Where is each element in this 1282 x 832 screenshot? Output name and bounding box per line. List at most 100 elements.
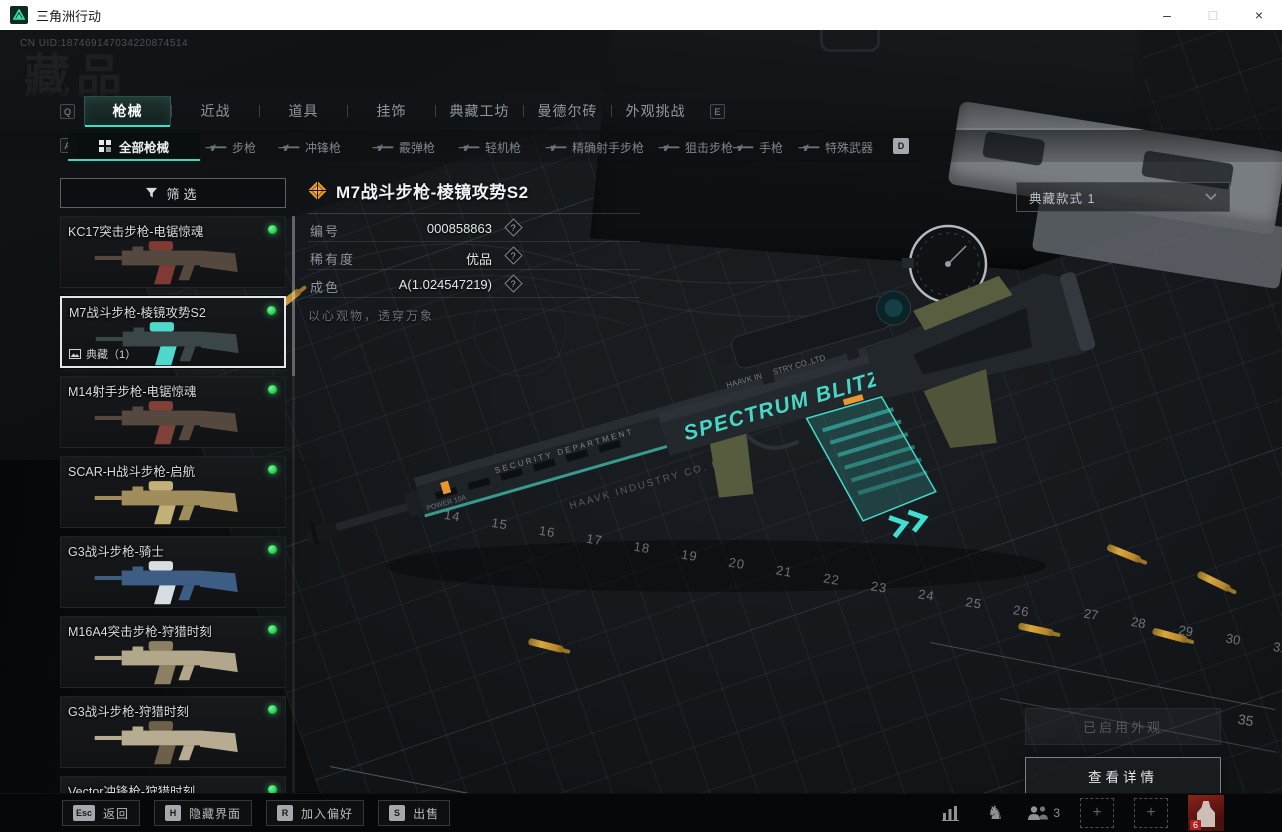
main-tabs: 枪械 近战 道具 挂饰 典藏工坊 曼德尔砖 外观挑战 — [84, 96, 699, 127]
sell-button[interactable]: S 出售 — [378, 800, 451, 826]
row-label: 稀有度 — [310, 252, 356, 267]
game-viewport: SECURITY DEPARTMENT POWER 10A SPECTRUM B… — [0, 30, 1282, 832]
add-favorite-button[interactable]: R 加入偏好 — [266, 800, 365, 826]
rifle-icon — [205, 143, 227, 151]
stats-icon[interactable] — [939, 802, 963, 824]
tab-mandel-brick[interactable]: 曼德尔砖 — [524, 96, 611, 126]
subtab-rifles[interactable]: 步枪 — [205, 133, 256, 161]
close-button[interactable]: × — [1236, 0, 1282, 30]
help-icon[interactable]: ? — [504, 246, 523, 265]
weapon-card-g3-knight[interactable]: G3战斗步枪-骑士 — [60, 536, 286, 608]
weapon-name: KC17突击步枪-电锯惊魂 — [68, 225, 204, 239]
player-uid: CN UID:187469147034220874514 — [20, 38, 189, 49]
subtab-label: 冲锋枪 — [305, 140, 342, 155]
knight-horse-icon[interactable]: ♞ — [983, 802, 1007, 824]
back-button[interactable]: Esc 返回 — [62, 800, 141, 826]
detail-row-condition: 成色 A(1.024547219) ? — [308, 270, 640, 298]
hide-ui-button[interactable]: H 隐藏界面 — [154, 800, 253, 826]
weapon-thumbnail — [94, 721, 238, 765]
weapon-card-m14[interactable]: M14射手步枪-电锯惊魂 — [60, 376, 286, 448]
skin-applied-button-disabled: 已启用外观 — [1025, 708, 1221, 745]
owned-indicator-dot — [268, 385, 277, 394]
detail-row-serial: 编号 000858863 ? — [308, 214, 640, 242]
collection-style-dropdown[interactable]: 典藏款式 1 — [1016, 182, 1230, 212]
subtab-label: 狙击步枪 — [685, 140, 734, 155]
weapon-name: M14射手步枪-电锯惊魂 — [68, 385, 197, 399]
weapon-detail-panel: M7战斗步枪-棱镜攻势S2 编号 000858863 ? 稀有度 优品 ? 成色… — [308, 178, 640, 324]
subtab-snipers[interactable]: 狙击步枪 — [658, 133, 733, 161]
subtab-smgs[interactable]: 冲锋枪 — [278, 133, 341, 161]
avatar-level-badge: 6 — [1190, 820, 1202, 830]
tab-appearance-challenge[interactable]: 外观挑战 — [612, 96, 699, 126]
collection-badge-label: 典藏（1） — [86, 349, 137, 361]
subtab-dmrs[interactable]: 精确射手步枪 — [545, 133, 644, 161]
weapon-name: G3战斗步枪-狩猎时刻 — [68, 705, 189, 719]
team-button[interactable]: 3 — [1027, 805, 1060, 821]
weapon-thumbnail — [94, 241, 238, 285]
player-avatar[interactable]: 6 — [1188, 795, 1224, 831]
button-label: 出售 — [413, 806, 440, 821]
titlebar: 三角洲行动 – □ × — [0, 0, 1282, 30]
row-label: 成色 — [310, 280, 341, 295]
weapon-list-scrollbar[interactable] — [292, 216, 295, 816]
minimize-button[interactable]: – — [1144, 0, 1190, 30]
owned-indicator-dot — [268, 225, 277, 234]
key-hint-e: E — [710, 104, 725, 119]
pistol-icon — [732, 143, 754, 151]
weapon-name: G3战斗步枪-骑士 — [68, 545, 164, 559]
weapon-thumbnail — [94, 641, 238, 685]
invite-slot-plus[interactable]: + — [1134, 798, 1168, 828]
tab-collection-workshop[interactable]: 典藏工坊 — [436, 96, 523, 126]
subtab-label: 手枪 — [759, 140, 784, 155]
owned-indicator-dot — [268, 545, 277, 554]
key-hint-h: H — [165, 805, 182, 821]
subtab-special-weapons[interactable]: 特殊武器 — [798, 133, 873, 161]
subtab-lmgs[interactable]: 轻机枪 — [458, 133, 521, 161]
weapon-card-scar-h[interactable]: SCAR-H战斗步枪-启航 — [60, 456, 286, 528]
button-label: 返回 — [103, 806, 130, 821]
maximize-button[interactable]: □ — [1190, 0, 1236, 30]
key-hint-q: Q — [60, 104, 75, 119]
button-label: 加入偏好 — [301, 806, 354, 821]
tab-charms[interactable]: 挂饰 — [348, 96, 435, 126]
weapon-card-g3-hunt[interactable]: G3战斗步枪-狩猎时刻 — [60, 696, 286, 768]
subtab-label: 全部枪械 — [118, 140, 169, 155]
row-value: 优品 — [465, 252, 492, 267]
subtab-all-guns[interactable]: 全部枪械 — [68, 133, 200, 161]
tab-items[interactable]: 道具 — [260, 96, 347, 126]
weapon-tagline: 以心观物，透穿万象 — [308, 309, 435, 323]
key-hint-r: R — [277, 805, 294, 821]
invite-slot-plus[interactable]: + — [1080, 798, 1114, 828]
tab-weapons[interactable]: 枪械 — [84, 96, 171, 127]
weapon-title: M7战斗步枪-棱镜攻势S2 — [336, 183, 529, 202]
team-count: 3 — [1053, 806, 1060, 820]
weapon-card-kc17[interactable]: KC17突击步枪-电锯惊魂 — [60, 216, 286, 288]
tab-melee[interactable]: 近战 — [172, 96, 259, 126]
owned-indicator-dot — [268, 465, 277, 474]
subtab-pistols[interactable]: 手枪 — [732, 133, 783, 161]
subtab-label: 步枪 — [232, 140, 257, 155]
chevron-down-icon — [1205, 193, 1217, 201]
row-label: 编号 — [310, 224, 341, 239]
owned-indicator-dot — [268, 705, 277, 714]
weapon-name: SCAR-H战斗步枪-启航 — [68, 465, 196, 479]
subtab-label: 霰弹枪 — [399, 140, 436, 155]
weapon-list: KC17突击步枪-电锯惊魂 M7战斗步枪-棱镜攻势S2 典藏（1） M14射手步… — [60, 216, 286, 822]
key-hint-esc: Esc — [73, 805, 96, 821]
team-icon — [1028, 806, 1049, 820]
dmr-icon — [545, 143, 567, 151]
weapon-card-m7-selected[interactable]: M7战斗步枪-棱镜攻势S2 典藏（1） — [60, 296, 286, 368]
subtab-shotguns[interactable]: 霰弹枪 — [372, 133, 435, 161]
weapon-card-m16a4[interactable]: M16A4突击步枪-狩猎时刻 — [60, 616, 286, 688]
grid-icon — [98, 139, 111, 152]
smg-icon — [278, 143, 300, 151]
filter-button[interactable]: 筛选 — [60, 178, 286, 208]
collection-badge: 典藏（1） — [69, 346, 136, 362]
app-logo-icon — [10, 6, 28, 24]
filter-label: 筛选 — [166, 186, 201, 202]
help-icon[interactable]: ? — [504, 218, 523, 237]
help-icon[interactable]: ? — [504, 274, 523, 293]
mat-ruler-number: 35 — [1236, 710, 1255, 730]
collection-icon — [69, 349, 81, 359]
view-details-button[interactable]: 查看详情 — [1025, 757, 1221, 795]
